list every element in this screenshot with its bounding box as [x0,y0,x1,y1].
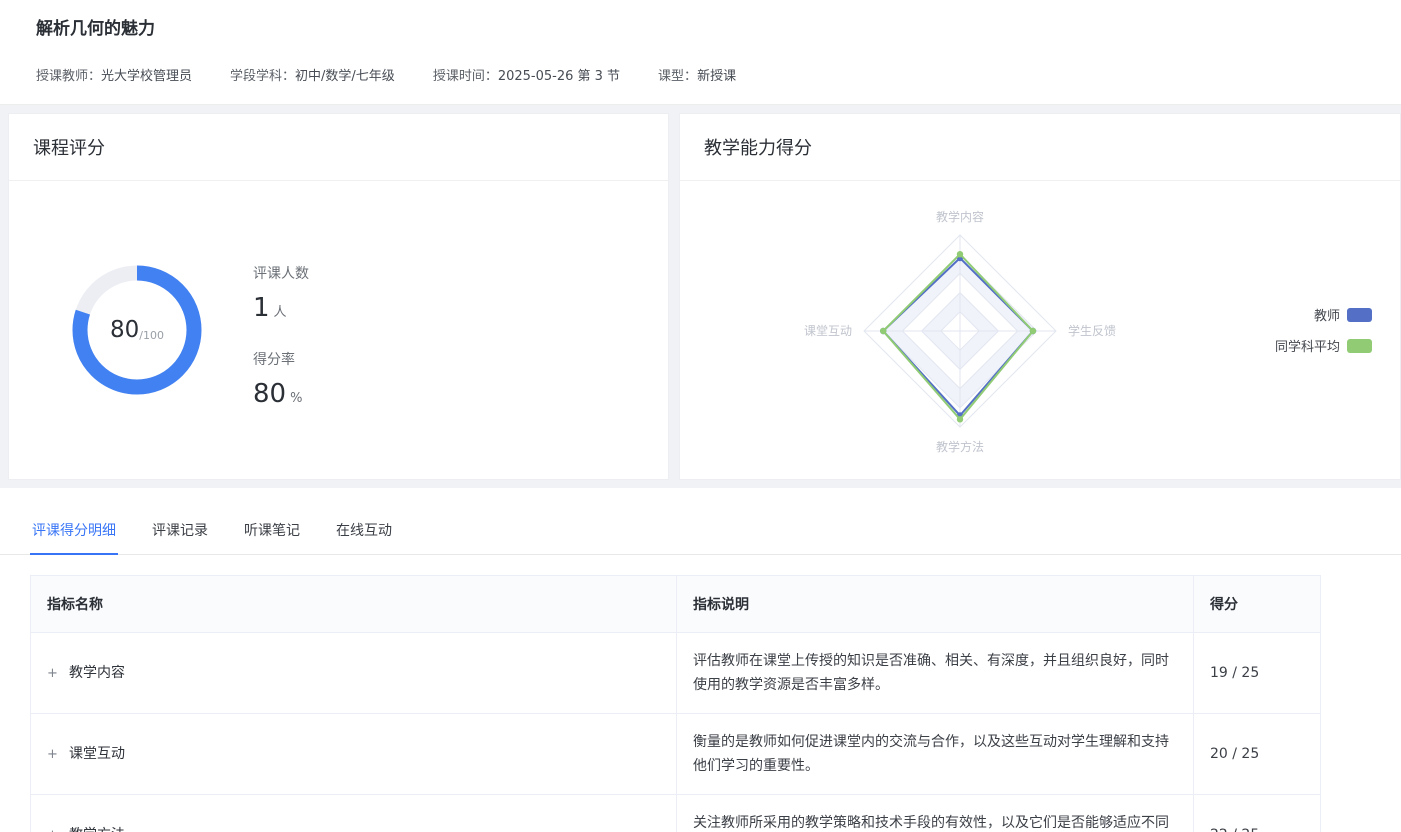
tab-3[interactable]: 在线互动 [334,516,394,554]
indicator-desc-cell: 评估教师在课堂上传授的知识是否准确、相关、有深度，并且组织良好，同时使用的教学资… [677,633,1194,714]
teaching-ability-card-body: 教学内容学生反馈教学方法 课堂互动 教师同学科平均 [680,181,1400,479]
score-donut-gauge: 80 /100 [67,260,207,400]
tab-2[interactable]: 听课笔记 [242,516,302,554]
meta-value: 新授课 [697,69,736,84]
course-score-card-body: 80 /100 评课人数 1人得分率 80% [9,181,668,479]
indicator-score-cell: 19 / 25 [1194,633,1321,714]
stat-value: 80 [253,379,286,409]
svg-text:教学内容: 教学内容 [936,209,984,224]
expand-plus-icon[interactable]: + [47,824,59,832]
stat-value: 1 [253,293,270,323]
score-gauge-text: 80 /100 [67,260,207,400]
svg-text:学生反馈: 学生反馈 [1068,323,1116,338]
indicator-name: 课堂互动 [69,746,125,762]
meta-value: 光大学校管理员 [101,69,192,84]
radar-legend-item-1[interactable]: 同学科平均 [1240,336,1372,355]
indicator-score-cell: 22 / 25 [1194,795,1321,832]
tab-1[interactable]: 评课记录 [150,516,210,554]
table-header-1: 指标说明 [677,576,1194,633]
detail-tabs: 评课得分明细评课记录听课笔记在线互动 [0,516,1401,555]
radar-chart: 教学内容学生反馈教学方法 课堂互动 [680,181,1240,479]
course-score-card-title: 课程评分 [9,114,668,181]
teaching-ability-card-title: 教学能力得分 [680,114,1400,181]
legend-swatch [1347,339,1372,353]
svg-text:教学方法: 教学方法 [936,439,984,454]
stat-value-row: 80% [253,379,309,409]
teaching-ability-card: 教学能力得分 教学内容学生反馈教学方法 课堂互动 教师同学科平均 [679,113,1401,480]
course-score-card: 课程评分 80 /100 评课人数 1人得分率 80% [8,113,669,480]
svg-text:课堂互动: 课堂互动 [804,324,852,338]
detail-section: 评课得分明细评课记录听课笔记在线互动 指标名称指标说明得分 + 教学内容 评估教师在… [0,488,1401,832]
table-row: + 教学方法 关注教师所采用的教学策略和技术手段的有效性，以及它们是否能够适应不同的… [31,795,1321,832]
lesson-header: 解析几何的魅力 授课教师：光大学校管理员 学段学科：初中/数学/七年级 授课时间：2… [0,0,1401,105]
meta-label: 授课教师： [36,69,101,84]
indicator-name: 教学内容 [69,665,125,681]
meta-label: 学段学科： [230,69,295,84]
score-gauge-value: 80 [110,317,139,343]
meta-value: 2025-05-26 第 3 节 [498,69,620,84]
meta-value: 初中/数学/七年级 [295,69,395,84]
summary-cards-row: 课程评分 80 /100 评课人数 1人得分率 80% 教学能力得分 教学内容学生反… [0,105,1401,480]
score-stat-0: 评课人数 1人 [253,263,309,323]
indicator-name-cell: + 教学内容 [31,633,677,714]
indicator-name-cell: + 课堂互动 [31,714,677,795]
table-row: + 教学内容 评估教师在课堂上传授的知识是否准确、相关、有深度，并且组织良好，同时使… [31,633,1321,714]
legend-swatch [1347,308,1372,322]
score-stats: 评课人数 1人得分率 80% [253,251,309,409]
score-stat-1: 得分率 80% [253,349,309,409]
stat-label: 得分率 [253,349,309,369]
indicator-score-table: 指标名称指标说明得分 + 教学内容 评估教师在课堂上传授的知识是否准确、相关、有深度… [30,575,1321,832]
indicator-name-cell: + 教学方法 [31,795,677,832]
lesson-evaluation-page: 解析几何的魅力 授课教师：光大学校管理员学段学科：初中/数学/七年级授课时间：2… [0,0,1401,832]
stat-label: 评课人数 [253,263,309,283]
lesson-meta-item-2: 授课时间：2025-05-26 第 3 节 [433,65,620,84]
legend-label: 同学科平均 [1275,336,1340,355]
table-header-2: 得分 [1194,576,1321,633]
stat-unit: % [290,391,302,406]
indicator-name: 教学方法 [69,827,125,832]
radar-legend: 教师同学科平均 [1240,305,1400,355]
lesson-meta-row: 授课教师：光大学校管理员 学段学科：初中/数学/七年级 授课时间：2025-05-2… [36,65,1365,84]
expand-plus-icon[interactable]: + [47,743,59,767]
table-row: + 课堂互动 衡量的是教师如何促进课堂内的交流与合作，以及这些互动对学生理解和支持他… [31,714,1321,795]
meta-label: 课型： [658,69,697,84]
score-gauge-total: /100 [139,329,164,342]
indicator-score-cell: 20 / 25 [1194,714,1321,795]
radar-legend-item-0[interactable]: 教师 [1240,305,1372,324]
expand-plus-icon[interactable]: + [47,662,59,686]
meta-label: 授课时间： [433,69,498,84]
legend-label: 教师 [1314,305,1340,324]
lesson-meta-item-3: 课型：新授课 [658,65,736,84]
page-title: 解析几何的魅力 [36,14,1365,39]
indicator-desc-cell: 关注教师所采用的教学策略和技术手段的有效性，以及它们是否能够适应不同的学习风格和… [677,795,1194,832]
indicator-desc-cell: 衡量的是教师如何促进课堂内的交流与合作，以及这些互动对学生理解和支持他们学习的重… [677,714,1194,795]
table-header-row: 指标名称指标说明得分 [31,576,1321,633]
tab-0[interactable]: 评课得分明细 [30,516,118,554]
stat-value-row: 1人 [253,293,309,323]
table-header-0: 指标名称 [31,576,677,633]
stat-unit: 人 [274,305,287,320]
lesson-meta-item-1: 学段学科：初中/数学/七年级 [230,65,395,84]
lesson-meta-item-0: 授课教师：光大学校管理员 [36,65,192,84]
